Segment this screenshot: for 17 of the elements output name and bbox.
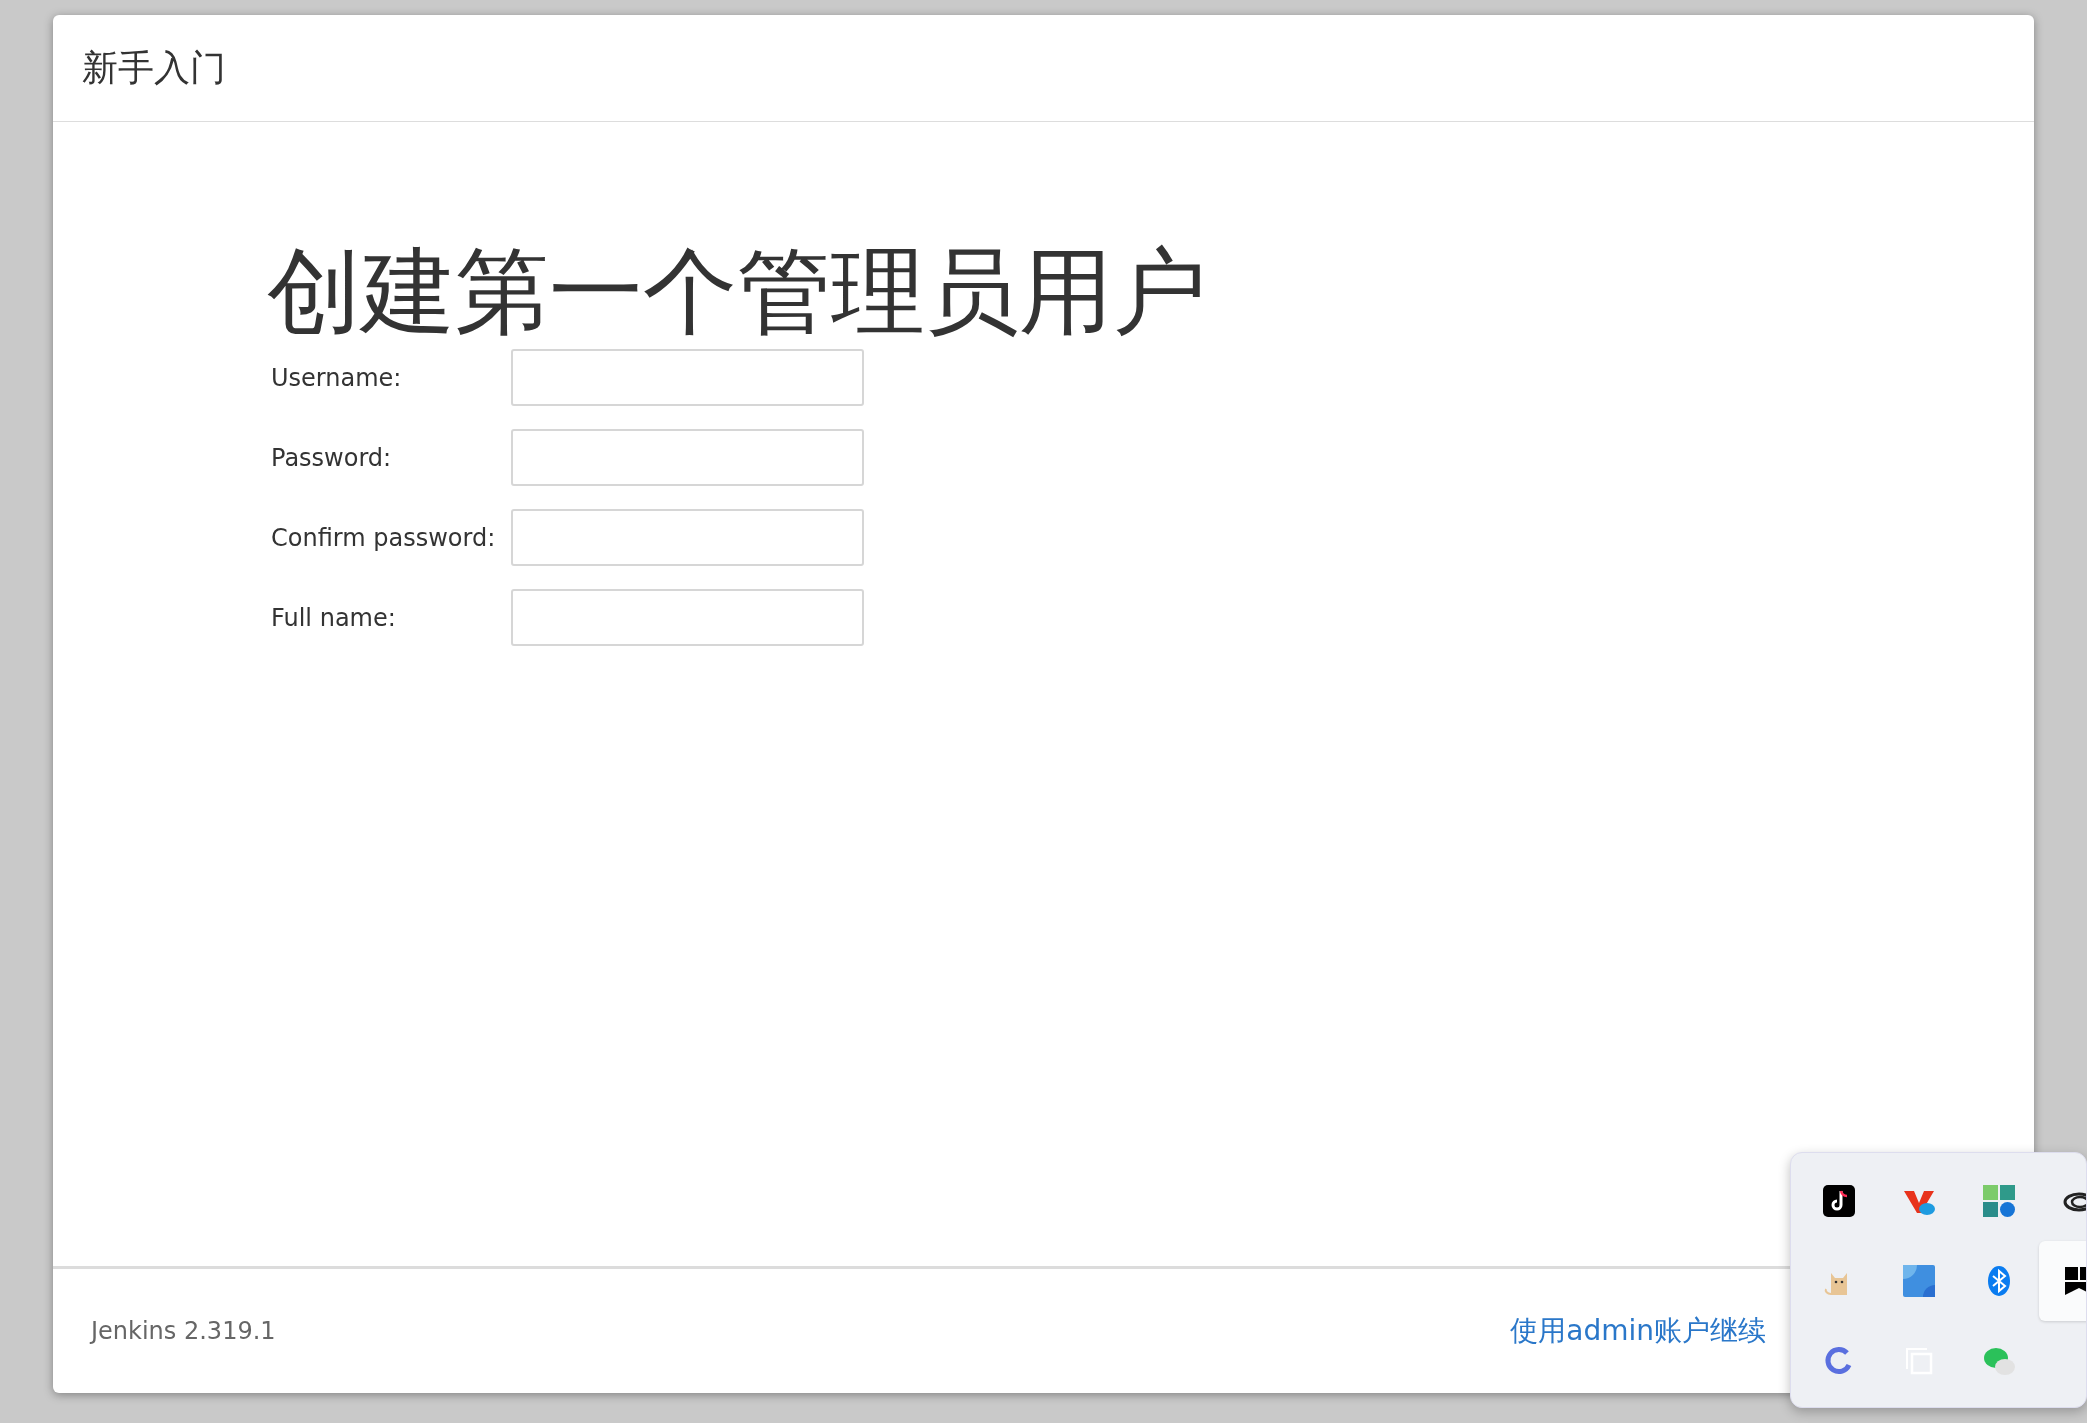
field-label: Password: xyxy=(271,443,393,472)
dialog-title: 新手入门 xyxy=(82,45,226,90)
field-label: Confirm password: xyxy=(271,523,497,552)
continue-as-admin-link[interactable]: 使用admin账户继续 xyxy=(1510,1312,1766,1350)
tiles-icon xyxy=(1983,1185,2015,1217)
input-field[interactable] xyxy=(511,429,864,486)
field-label: Username: xyxy=(271,363,403,392)
music-note-icon xyxy=(1823,1185,1855,1217)
input-field[interactable] xyxy=(511,589,864,646)
picture-tile-icon xyxy=(1903,1265,1935,1297)
split-squares-icon xyxy=(2063,1265,2086,1297)
chat-icon xyxy=(1983,1345,2015,1377)
version-text: Jenkins 2.319.1 xyxy=(91,1317,276,1345)
input-field[interactable] xyxy=(511,349,864,406)
input-field[interactable] xyxy=(511,509,864,566)
page-heading: 创建第一个管理员用户 xyxy=(267,237,1208,347)
field-label: Full name: xyxy=(271,603,397,632)
